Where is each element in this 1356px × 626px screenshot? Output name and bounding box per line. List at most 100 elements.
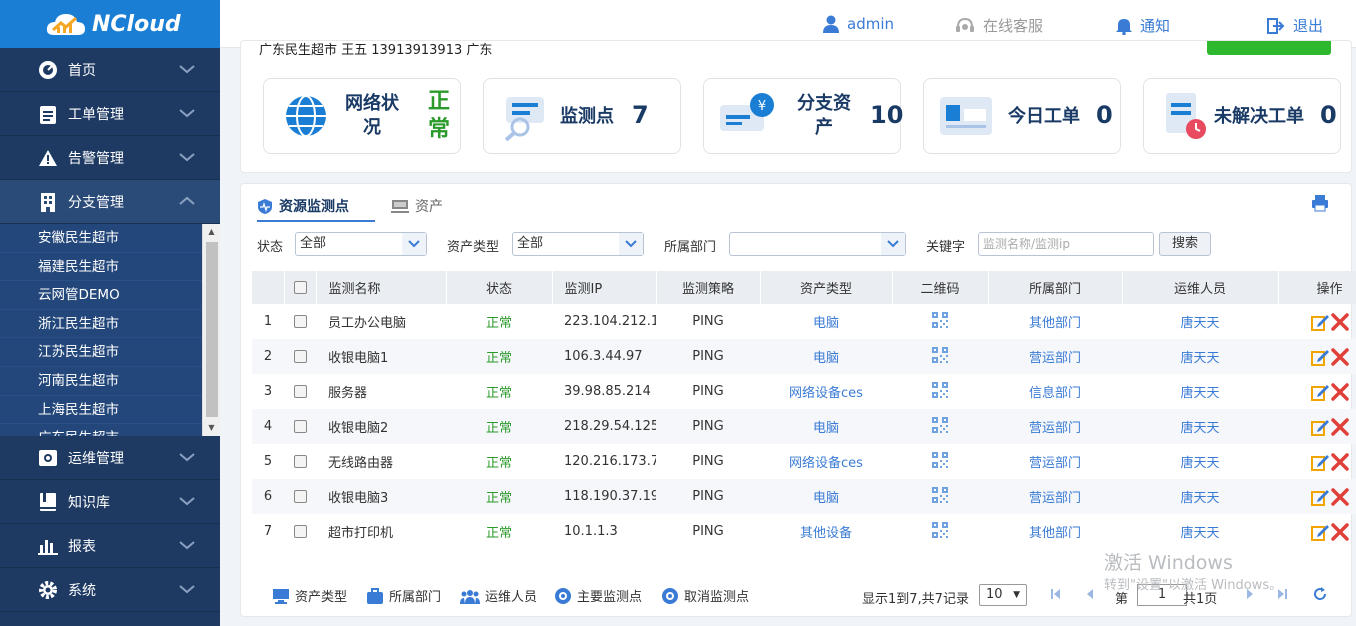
staff-link[interactable]: 唐天天 bbox=[1122, 444, 1278, 479]
table-row[interactable]: 5 无线路由器 正常 120.216.173.77 PING 网络设备ces 营运部门唐天天 bbox=[252, 444, 1356, 479]
branch-item[interactable]: 江苏民生超市 bbox=[0, 338, 202, 367]
edit-icon[interactable] bbox=[1310, 488, 1329, 506]
dept-link[interactable]: 营运部门 bbox=[988, 444, 1122, 479]
asset-type-link[interactable]: 电脑 bbox=[760, 409, 892, 444]
row-checkbox[interactable] bbox=[284, 374, 316, 409]
qrcode-cell[interactable] bbox=[892, 374, 988, 409]
cancel-monitor-button[interactable]: 取消监测点 bbox=[661, 586, 749, 605]
column-header[interactable]: 状态 bbox=[446, 271, 553, 304]
delete-icon[interactable] bbox=[1330, 312, 1349, 331]
support-link[interactable]: 在线客服 bbox=[955, 15, 1043, 36]
select-all-checkbox[interactable] bbox=[284, 271, 317, 304]
sidebar-item-ops[interactable]: 运维管理 bbox=[0, 436, 220, 480]
staff-link[interactable]: 唐天天 bbox=[1122, 514, 1278, 549]
stat-monitors[interactable]: 监测点 7 bbox=[483, 78, 681, 154]
stat-assets[interactable]: ¥ 分支资产 10 bbox=[703, 78, 903, 154]
qrcode-cell[interactable] bbox=[892, 304, 988, 339]
notification-link[interactable]: 通知 bbox=[1116, 15, 1170, 36]
branch-item[interactable]: 福建民生超市 bbox=[0, 252, 202, 282]
asset-type-filter-select[interactable]: 全部 bbox=[512, 232, 644, 256]
scroll-up-icon[interactable]: ▲ bbox=[203, 224, 220, 240]
column-header[interactable]: 二维码 bbox=[892, 271, 989, 304]
search-button[interactable]: 搜索 bbox=[1159, 232, 1211, 256]
qrcode-icon[interactable] bbox=[932, 416, 948, 433]
branch-item[interactable]: 安徽民生超市 bbox=[0, 224, 202, 253]
status-filter-select[interactable]: 全部 bbox=[295, 232, 427, 256]
branch-item[interactable]: 上海民生超市 bbox=[0, 395, 202, 425]
printer-icon[interactable] bbox=[1311, 194, 1329, 212]
delete-icon[interactable] bbox=[1330, 347, 1349, 366]
sidebar-item-reports[interactable]: 报表 bbox=[0, 524, 220, 568]
stat-network[interactable]: 网络状况 正常 bbox=[263, 78, 461, 154]
keyword-input[interactable]: 监测名称/监测ip bbox=[978, 232, 1154, 256]
submenu-scrollbar[interactable]: ▲ ▼ bbox=[202, 224, 220, 436]
qrcode-cell[interactable] bbox=[892, 514, 988, 549]
qrcode-cell[interactable] bbox=[892, 479, 988, 514]
table-row[interactable]: 3 服务器 正常 39.98.85.214 PING 网络设备ces 信息部门 唐天天 bbox=[252, 374, 1356, 409]
row-checkbox[interactable] bbox=[284, 339, 316, 374]
qrcode-cell[interactable] bbox=[892, 339, 988, 374]
staff-link[interactable]: 唐天天 bbox=[1122, 479, 1278, 514]
asset-type-link[interactable]: 电脑 bbox=[760, 304, 892, 339]
dept-link[interactable]: 信息部门 bbox=[988, 374, 1122, 409]
set-asset-type-button[interactable]: 资产类型 bbox=[272, 586, 347, 605]
first-page-icon[interactable] bbox=[1049, 587, 1063, 601]
column-header[interactable]: 监测策略 bbox=[656, 271, 761, 304]
delete-icon[interactable] bbox=[1330, 452, 1349, 471]
qrcode-icon[interactable] bbox=[932, 451, 948, 468]
edit-icon[interactable] bbox=[1310, 453, 1329, 471]
staff-link[interactable]: 唐天天 bbox=[1122, 339, 1278, 374]
asset-type-link[interactable]: 电脑 bbox=[760, 339, 892, 374]
row-checkbox[interactable] bbox=[284, 514, 316, 549]
page-size-select[interactable]: 10 ▼ bbox=[979, 584, 1027, 606]
asset-type-link[interactable]: 其他设备 bbox=[760, 514, 892, 549]
asset-type-link[interactable]: 网络设备ces bbox=[760, 374, 892, 409]
row-checkbox[interactable] bbox=[284, 409, 316, 444]
sidebar-item-home[interactable]: 首页 bbox=[0, 48, 220, 92]
set-dept-button[interactable]: 所属部门 bbox=[366, 586, 441, 605]
table-row[interactable]: 2 收银电脑1 正常 106.3.44.97 PING 电脑 营运部门 唐天天 bbox=[252, 339, 1356, 374]
qrcode-cell[interactable] bbox=[892, 444, 988, 479]
table-row[interactable]: 1 员工办公电脑 正常 223.104.212.13 PING 电脑 其他部门唐天天 bbox=[252, 304, 1356, 339]
staff-link[interactable]: 唐天天 bbox=[1122, 409, 1278, 444]
row-checkbox[interactable] bbox=[284, 304, 316, 339]
dept-link[interactable]: 营运部门 bbox=[988, 339, 1122, 374]
branch-item[interactable]: 浙江民生超市 bbox=[0, 309, 202, 339]
sidebar-item-system[interactable]: 系统 bbox=[0, 568, 220, 612]
table-row[interactable]: 7 超市打印机 正常 10.1.1.3 PING 其他设备 其他部门 唐天天 bbox=[252, 514, 1356, 549]
sidebar-item-tickets[interactable]: 工单管理 bbox=[0, 92, 220, 136]
scroll-down-icon[interactable]: ▼ bbox=[203, 420, 220, 436]
tab-assets[interactable]: 资产 bbox=[391, 192, 443, 220]
edit-icon[interactable] bbox=[1310, 313, 1329, 331]
tab-monitors[interactable]: 资源监测点 bbox=[257, 192, 375, 222]
set-staff-button[interactable]: 运维人员 bbox=[460, 586, 537, 605]
dept-link[interactable]: 其他部门 bbox=[988, 514, 1122, 549]
edit-icon[interactable] bbox=[1310, 523, 1329, 541]
column-header[interactable]: 运维人员 bbox=[1122, 271, 1279, 304]
column-header[interactable]: 操作 bbox=[1278, 271, 1356, 304]
qrcode-icon[interactable] bbox=[932, 346, 948, 363]
sidebar-item-alerts[interactable]: 告警管理 bbox=[0, 136, 220, 180]
user-menu[interactable]: admin bbox=[823, 15, 894, 33]
dept-link[interactable]: 营运部门 bbox=[988, 409, 1122, 444]
delete-icon[interactable] bbox=[1330, 487, 1349, 506]
branch-item[interactable]: 河南民生超市 bbox=[0, 366, 202, 396]
stat-open-tickets[interactable]: 未解决工单 0 bbox=[1143, 78, 1341, 154]
table-row[interactable]: 4 收银电脑2 正常 218.29.54.125 PING 电脑 营运部门 唐天天 bbox=[252, 409, 1356, 444]
staff-link[interactable]: 唐天天 bbox=[1122, 304, 1278, 339]
edit-icon[interactable] bbox=[1310, 348, 1329, 366]
delete-icon[interactable] bbox=[1330, 522, 1349, 541]
dept-link[interactable]: 营运部门 bbox=[988, 479, 1122, 514]
qrcode-icon[interactable] bbox=[932, 486, 948, 503]
row-checkbox[interactable] bbox=[284, 444, 316, 479]
column-header[interactable]: 所属部门 bbox=[988, 271, 1123, 304]
dept-link[interactable]: 其他部门 bbox=[988, 304, 1122, 339]
logo[interactable]: NCloud bbox=[0, 0, 220, 48]
prev-page-icon[interactable] bbox=[1083, 587, 1097, 601]
sidebar-item-branches[interactable]: 分支管理 bbox=[0, 180, 220, 224]
scroll-thumb[interactable] bbox=[206, 242, 218, 417]
column-header[interactable]: 资产类型 bbox=[760, 271, 893, 304]
column-header[interactable]: 监测名称 bbox=[316, 271, 447, 304]
qrcode-icon[interactable] bbox=[932, 521, 948, 538]
sidebar-item-knowledge[interactable]: 知识库 bbox=[0, 480, 220, 524]
